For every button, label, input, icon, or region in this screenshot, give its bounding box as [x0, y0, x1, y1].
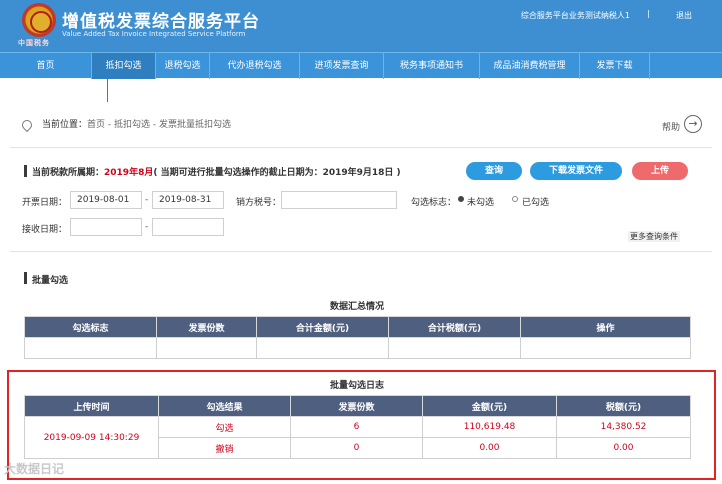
table-cell	[24, 337, 157, 359]
summary-caption: 数据汇总情况	[329, 302, 384, 312]
date-range-dash: -	[145, 195, 149, 205]
table-cell	[520, 337, 691, 359]
column-header: 上传时间	[24, 395, 159, 417]
national-emblem-icon	[22, 3, 56, 37]
column-header: 发票份数	[290, 395, 423, 417]
nav-active-indicator	[107, 78, 108, 102]
arrow-right-circle-icon[interactable]: →	[684, 115, 702, 133]
amount-cell: 0.00	[422, 437, 557, 459]
select-result-cell: 勾选	[158, 416, 291, 438]
location-pin-icon	[19, 117, 35, 132]
column-header: 合计金额(元)	[256, 316, 389, 338]
nav-invoice-download[interactable]: 发票下载	[580, 53, 650, 79]
column-header: 金额(元)	[422, 395, 557, 417]
amount-cell: 110,619.48	[422, 416, 557, 438]
table-row	[24, 337, 691, 359]
download-invoice-file-button[interactable]: 下载发票文件	[530, 162, 622, 180]
log-caption: 批量勾选日志	[329, 381, 384, 391]
deadline-note: ( 当期可进行批量勾选操作的截止日期为：2019年9月18日 )	[153, 168, 401, 178]
table-cell	[156, 337, 257, 359]
seller-tax-input[interactable]	[281, 191, 397, 209]
nav-agent-refund-select[interactable]: 代办退税勾选	[210, 53, 300, 79]
section-marker	[24, 272, 27, 284]
divider	[10, 251, 712, 252]
table-row: 2019-09-09 14:30:29 勾选 6 110,619.48 14,3…	[24, 416, 691, 459]
nav-home[interactable]: 首页	[0, 53, 92, 79]
column-header: 操作	[520, 316, 691, 338]
query-button[interactable]: 查询	[466, 162, 522, 180]
column-header: 发票份数	[156, 316, 257, 338]
nav-refund-select[interactable]: 退税勾选	[156, 53, 210, 79]
site-header: 中国税务 增值税发票综合服务平台 Value Added Tax Invoice…	[0, 0, 722, 52]
nav-input-invoice-query[interactable]: 进项发票查询	[300, 53, 384, 79]
invoice-count-cell: 6	[290, 416, 423, 438]
section-marker	[24, 165, 27, 177]
tax-period-label: 当前税款所属期：	[32, 168, 105, 178]
breadcrumb: 当前位置：首页 - 抵扣勾选 - 发票批量抵扣勾选	[19, 117, 231, 133]
receive-date-label: 接收日期：	[22, 225, 68, 235]
receive-date-from-input[interactable]	[70, 218, 142, 236]
batch-section-title: 批量勾选	[32, 276, 69, 286]
radio-selected-label[interactable]: 已勾选	[522, 195, 549, 208]
tax-cell: 0.00	[556, 437, 691, 459]
column-header: 合计税额(元)	[388, 316, 521, 338]
site-subtitle: Value Added Tax Invoice Integrated Servi…	[62, 30, 246, 38]
user-name[interactable]: 综合服务平台业务测试纳税人1	[521, 10, 630, 21]
tax-period-value: 2019年8月	[104, 168, 154, 178]
invoice-count-cell: 0	[290, 437, 423, 459]
tax-cell: 14,380.52	[556, 416, 691, 438]
breadcrumb-label: 当前位置：	[42, 120, 88, 130]
table-header-row: 勾选标志 发票份数 合计金额(元) 合计税额(元) 操作	[24, 316, 691, 338]
select-flag-label: 勾选标志：	[411, 198, 457, 208]
receive-date-to-input[interactable]	[152, 218, 224, 236]
nav-tax-notice[interactable]: 税务事项通知书	[384, 53, 480, 79]
radio-unselected-label[interactable]: 未勾选	[467, 195, 494, 208]
table-cell	[388, 337, 521, 359]
invoice-date-label: 开票日期：	[22, 198, 68, 208]
tax-period-info: 当前税款所属期：2019年8月( 当期可进行批量勾选操作的截止日期为：2019年…	[32, 165, 401, 178]
nav-deduction-select[interactable]: 抵扣勾选	[92, 53, 156, 79]
upload-button[interactable]: 上传	[632, 162, 688, 180]
select-result-cell: 撤销	[158, 437, 291, 459]
upload-time-cell: 2019-09-09 14:30:29	[24, 416, 159, 459]
radio-unselected[interactable]	[458, 196, 464, 202]
receive-range-dash: -	[145, 222, 149, 232]
summary-table: 勾选标志 发票份数 合计金额(元) 合计税额(元) 操作	[24, 316, 691, 359]
column-header: 勾选结果	[158, 395, 291, 417]
table-header-row: 上传时间 勾选结果 发票份数 金额(元) 税额(元)	[24, 395, 691, 417]
emblem-caption: 中国税务	[18, 39, 50, 47]
column-header: 税额(元)	[556, 395, 691, 417]
logout-link[interactable]: 退出	[676, 10, 692, 21]
help-link[interactable]: 帮助	[662, 120, 680, 133]
nav-oil-tax[interactable]: 成品油消费税管理	[480, 53, 580, 79]
radio-selected[interactable]	[512, 196, 518, 202]
breadcrumb-path: 首页 - 抵扣勾选 - 发票批量抵扣勾选	[87, 120, 231, 130]
main-nav: 首页 抵扣勾选 退税勾选 代办退税勾选 进项发票查询 税务事项通知书 成品油消费…	[0, 52, 722, 79]
site-title: 增值税发票综合服务平台	[62, 12, 260, 32]
invoice-date-to-input[interactable]: 2019-08-31	[152, 191, 224, 209]
header-separator: |	[647, 9, 650, 18]
divider	[10, 147, 712, 148]
table-cell	[256, 337, 389, 359]
watermark: 大数据日记	[4, 462, 65, 476]
batch-log-table: 上传时间 勾选结果 发票份数 金额(元) 税额(元) 2019-09-09 14…	[24, 395, 691, 459]
column-header: 勾选标志	[24, 316, 157, 338]
invoice-date-from-input[interactable]: 2019-08-01	[70, 191, 142, 209]
seller-tax-label: 销方税号：	[236, 198, 282, 208]
more-conditions-link[interactable]: 更多查询条件	[628, 231, 680, 242]
